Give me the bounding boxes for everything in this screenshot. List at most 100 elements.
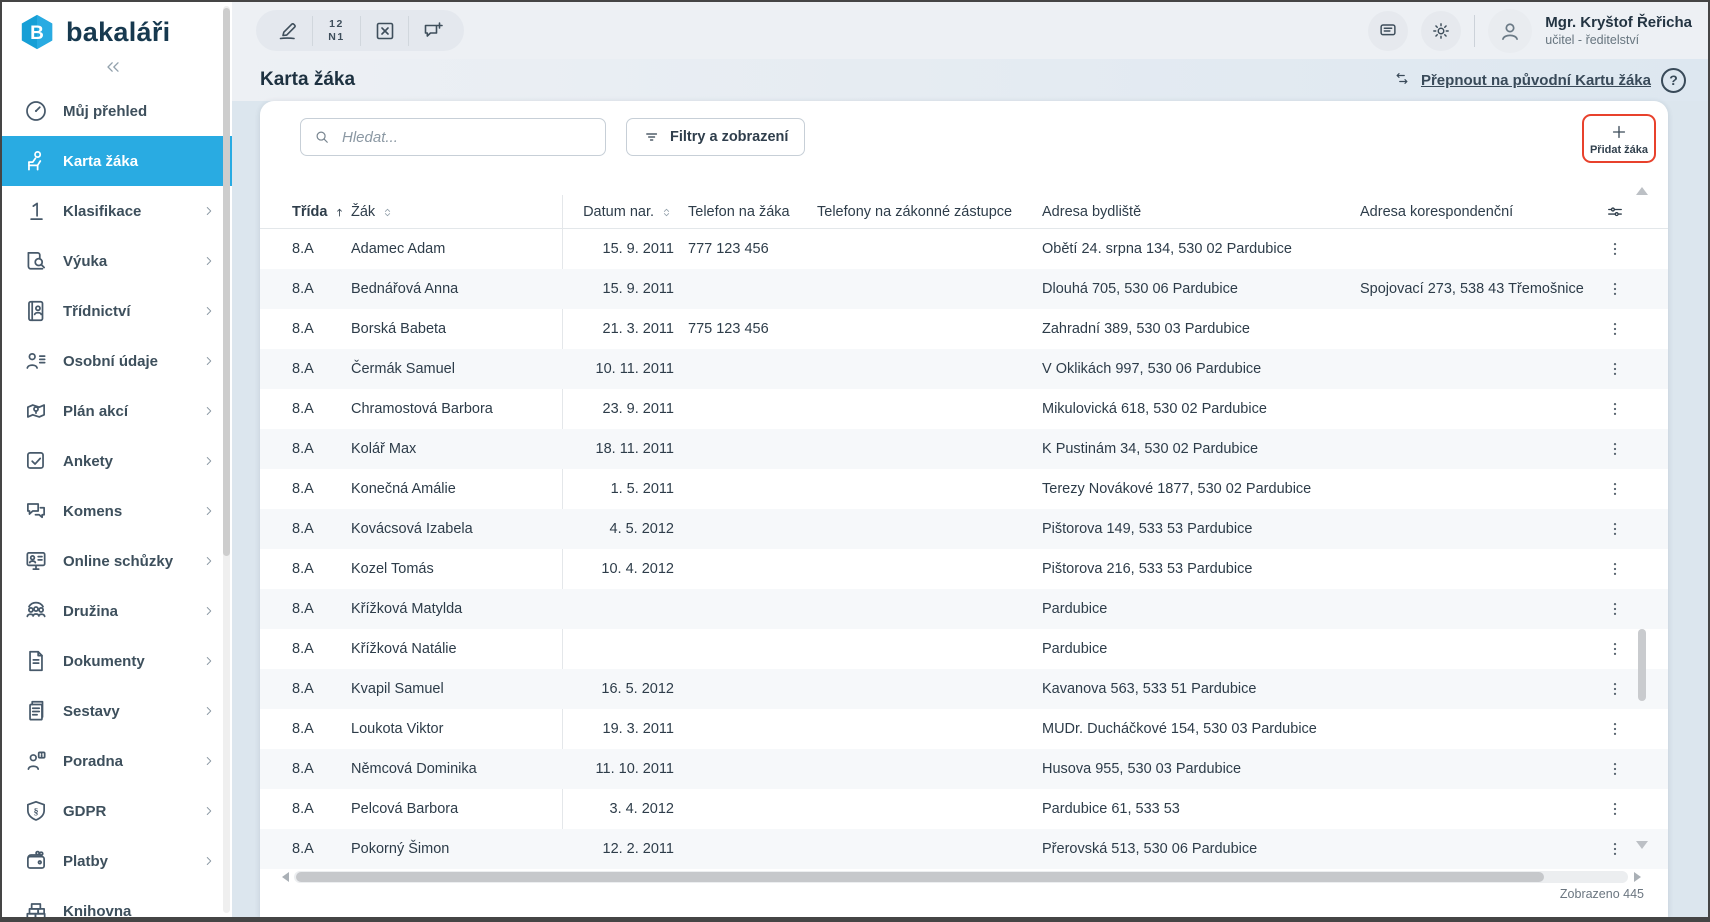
user-info[interactable]: Mgr. Kryštof Řeřicha učitel - ředitelstv…	[1545, 13, 1692, 49]
sidebar-item-online-sch-zky[interactable]: Online schůzky	[2, 536, 232, 586]
row-menu-button[interactable]	[1602, 829, 1628, 869]
table-row[interactable]: 8.A Pokorný Šimon 12. 2. 2011 Přerovská 513…	[260, 829, 1668, 869]
cell-telefon-zaka: 775 123 456	[688, 321, 769, 337]
table-row[interactable]: 8.A Kozel Tomás 10. 4. 2012 Pištorova 216, …	[260, 549, 1668, 589]
absence-entry-button[interactable]	[360, 15, 408, 46]
new-message-button[interactable]	[408, 15, 456, 46]
table-row[interactable]: 8.A Bednářová Anna 15. 9. 2011 Dlouhá 705, …	[260, 269, 1668, 309]
sidebar-item-dru-ina[interactable]: Družina	[2, 586, 232, 636]
column-settings-button[interactable]	[1600, 195, 1630, 229]
cell-adresa-bydliste: MUDr. Ducháčkové 154, 530 03 Pardubice	[1042, 721, 1317, 737]
horizontal-scrollbar-track[interactable]	[294, 871, 1628, 883]
sidebar-item-klasifikace[interactable]: Klasifikace	[2, 186, 232, 236]
settings-button[interactable]	[1421, 10, 1462, 51]
cell-datum-nar	[540, 589, 674, 629]
row-menu-button[interactable]	[1602, 389, 1628, 429]
chat-plus-icon	[421, 19, 445, 43]
row-menu-button[interactable]	[1602, 789, 1628, 829]
table-row[interactable]: 8.A Chramostová Barbora 23. 9. 2011 Mikulov…	[260, 389, 1668, 429]
column-header-telefon-zaka[interactable]: Telefon na žáka	[688, 195, 790, 229]
row-menu-button[interactable]	[1602, 429, 1628, 469]
column-header-adresa-korespondencni[interactable]: Adresa korespondenční	[1360, 195, 1513, 229]
sidebar-item-label: Komens	[63, 502, 123, 520]
row-menu-button[interactable]	[1602, 749, 1628, 789]
table-row[interactable]: 8.A Pelcová Barbora 3. 4. 2012 Pardubice 61…	[260, 789, 1668, 829]
table-row[interactable]: 8.A Kolář Max 18. 11. 2011 K Pustinám 34, 5…	[260, 429, 1668, 469]
messages-button[interactable]	[1368, 10, 1409, 51]
table-row[interactable]: 8.A Křížková Natálie Pardubice	[260, 629, 1668, 669]
sidebar-item-gdpr[interactable]: § GDPR	[2, 786, 232, 836]
horizontal-scrollbar-thumb[interactable]	[296, 872, 1544, 882]
row-menu-button[interactable]	[1602, 549, 1628, 589]
table-row[interactable]: 8.A Adamec Adam 15. 9. 2011 777 123 456 Obět…	[260, 229, 1668, 269]
grades-entry-button[interactable]: 12 N1	[312, 15, 360, 46]
switch-to-original-link[interactable]: Přepnout na původní Kartu žáka	[1421, 72, 1651, 89]
cell-adresa-bydliste: Pištorova 216, 533 53 Pardubice	[1042, 561, 1253, 577]
row-menu-button[interactable]	[1602, 349, 1628, 389]
sidebar-item-label: Třídnictví	[63, 302, 131, 320]
horizontal-scroll-left-arrow[interactable]	[282, 872, 289, 882]
row-menu-button[interactable]	[1602, 589, 1628, 629]
column-header-datum-nar[interactable]: Datum nar.	[545, 195, 673, 229]
column-header-trida[interactable]: Třída	[292, 195, 346, 229]
row-menu-button[interactable]	[1602, 469, 1628, 509]
add-student-button[interactable]: Přidat žáka	[1582, 114, 1656, 163]
sidebar-item-m-j-p-ehled[interactable]: Můj přehled	[2, 86, 232, 136]
vertical-scrollbar-thumb[interactable]	[1638, 629, 1646, 701]
horizontal-scroll-right-arrow[interactable]	[1634, 872, 1641, 882]
sidebar-item-ankety[interactable]: Ankety	[2, 436, 232, 486]
row-menu-button[interactable]	[1602, 709, 1628, 749]
column-header-telefony-zastupce[interactable]: Telefony na zákonné zástupce	[817, 195, 1012, 229]
sidebar-scrollbar[interactable]	[223, 6, 230, 913]
sidebar-item-osobn-daje[interactable]: Osobní údaje	[2, 336, 232, 386]
table-row[interactable]: 8.A Němcová Dominika 11. 10. 2011 Husova 95…	[260, 749, 1668, 789]
filters-button[interactable]: Filtry a zobrazení	[626, 118, 806, 156]
table-row[interactable]: 8.A Kovácsová Izabela 4. 5. 2012 Pištorova …	[260, 509, 1668, 549]
table-row[interactable]: 8.A Křížková Matylda Pardubice	[260, 589, 1668, 629]
row-menu-button[interactable]	[1602, 229, 1628, 269]
cell-trida: 8.A	[292, 241, 314, 257]
row-menu-button[interactable]	[1602, 669, 1628, 709]
sidebar-item-knihovna[interactable]: Knihovna	[2, 886, 232, 917]
vertical-scroll-up-arrow[interactable]	[1636, 187, 1648, 195]
cell-zak: Konečná Amálie	[351, 481, 456, 497]
sidebar-collapse-button[interactable]	[2, 57, 224, 77]
sidebar-item-pl-n-akc-[interactable]: Plán akcí	[2, 386, 232, 436]
cell-trida: 8.A	[292, 761, 314, 777]
table-row[interactable]: 8.A Borská Babeta 21. 3. 2011 775 123 456 Za…	[260, 309, 1668, 349]
table-row[interactable]: 8.A Konečná Amálie 1. 5. 2011 Terezy Nováko…	[260, 469, 1668, 509]
sidebar-item-komens[interactable]: Komens	[2, 486, 232, 536]
sidebar-item-karta-ka[interactable]: Karta žáka	[2, 136, 232, 186]
sidebar-item-sestavy[interactable]: Sestavy	[2, 686, 232, 736]
row-menu-button[interactable]	[1602, 309, 1628, 349]
cell-trida: 8.A	[292, 841, 314, 857]
sidebar-item-poradna[interactable]: Poradna	[2, 736, 232, 786]
sidebar-item-dokumenty[interactable]: Dokumenty	[2, 636, 232, 686]
row-menu-button[interactable]	[1602, 269, 1628, 309]
edit-entry-button[interactable]	[264, 16, 312, 46]
sidebar-item-platby[interactable]: Platby	[2, 836, 232, 886]
brand-logo[interactable]: B bakaláři	[18, 13, 170, 51]
edit-pencil-icon	[276, 19, 300, 43]
column-header-adresa-bydliste[interactable]: Adresa bydliště	[1042, 195, 1141, 229]
kebab-menu-icon	[1606, 560, 1624, 578]
avatar[interactable]	[1488, 8, 1533, 53]
sidebar-item-v-uka[interactable]: Výuka	[2, 236, 232, 286]
cell-zak: Čermák Samuel	[351, 361, 455, 377]
kebab-menu-icon	[1606, 640, 1624, 658]
sidebar-scrollbar-thumb[interactable]	[223, 8, 230, 556]
vertical-scroll-down-arrow[interactable]	[1636, 841, 1648, 849]
sidebar-nav: Můj přehled Karta žáka Klasifikace Výuka Tří…	[2, 86, 232, 917]
table-row[interactable]: 8.A Loukota Viktor 19. 3. 2011 MUDr. Ducháč…	[260, 709, 1668, 749]
help-button[interactable]: ?	[1661, 67, 1686, 93]
table-row[interactable]: 8.A Kvapil Samuel 16. 5. 2012 Kavanova 563,…	[260, 669, 1668, 709]
reports-icon	[23, 698, 49, 724]
table-header: Třída Žák Datum nar. Telefon na žáka Tel…	[260, 195, 1668, 229]
cell-trida: 8.A	[292, 361, 314, 377]
column-header-zak[interactable]: Žák	[351, 195, 394, 229]
row-menu-button[interactable]	[1602, 629, 1628, 669]
search-input[interactable]	[340, 127, 593, 147]
table-row[interactable]: 8.A Čermák Samuel 10. 11. 2011 V Oklikách 9…	[260, 349, 1668, 389]
sidebar-item-t-dnictv-[interactable]: Třídnictví	[2, 286, 232, 336]
row-menu-button[interactable]	[1602, 509, 1628, 549]
